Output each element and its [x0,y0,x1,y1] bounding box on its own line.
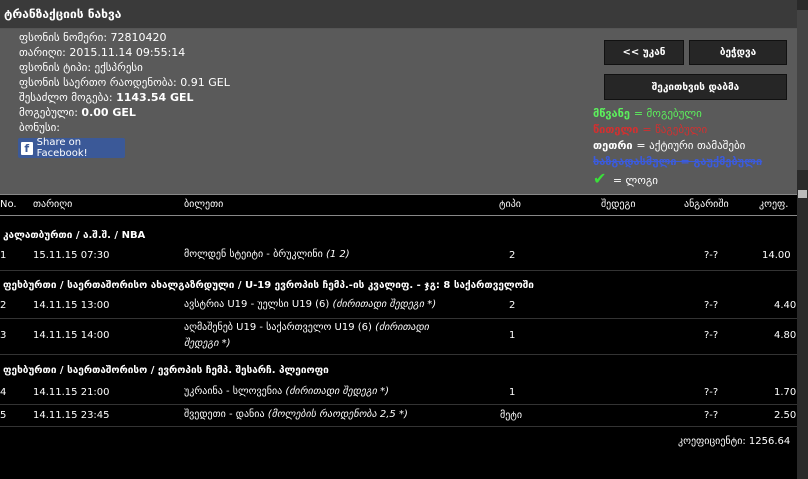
row-event-name: მოლდენ სტეიტი - ბრუკლინი [184,249,323,260]
bonus-label: ბონუსი: [19,121,60,134]
won-amount: მოგებული: 0.00 GEL [19,106,136,119]
row-score: ?-? [704,330,719,341]
row-no: 1 [0,250,7,261]
row-event: ავსტრია U19 - უელსი U19 (6) (ძირითადი შე… [184,297,436,313]
col-ticket: ბილეთი [184,199,224,210]
possible-win-label: შესაძლო მოგება: [19,91,113,104]
row-no: 3 [0,330,7,341]
legend-white-label: თეთრი [593,139,633,152]
col-no: No. [0,199,17,210]
legend-green-label: მწვანე [593,107,630,120]
legend-check-text: = ლოგი [612,174,658,187]
ticket-total-amount: ფსონის საერთო რაოდენობა: 0.91 GEL [19,76,230,89]
col-score: ანგარიში [684,199,729,210]
row-date: 15.11.15 07:30 [33,250,110,261]
table-header: No. თარიღი ბილეთი ტიპი შედეგი ანგარიში კ… [0,194,797,216]
scrollbar-thumb[interactable] [798,190,807,198]
col-result: შედეგი [601,199,636,210]
possible-win-value: 1143.54 GEL [116,91,194,104]
row-score: ?-? [704,387,719,398]
facebook-icon: f [21,141,33,155]
row-coef: 1.70 [774,387,797,398]
title-bar: ტრანზაქციის ნახვა [0,0,797,29]
row-divider [0,426,797,427]
check-icon: ✔ [593,169,607,188]
ticket-date: თარიღი: 2015.11.14 09:55:14 [19,46,186,59]
row-date: 14.11.15 14:00 [33,330,110,341]
page-title: ტრანზაქციის ნახვა [4,7,122,21]
print-button[interactable]: ბეჭდვა [689,40,787,65]
legend-red-label: წითელი [593,123,639,136]
row-no: 5 [0,410,7,421]
row-event-name: ავსტრია U19 - უელსი U19 (6) [184,299,330,310]
row-coef: 4.80 [774,330,797,341]
row-event-detail: (ძირითადი შედეგი *) [332,299,437,310]
row-date: 14.11.15 21:00 [33,387,110,398]
row-score: ?-? [704,250,719,261]
row-coef: 4.40 [774,300,797,311]
row-type: 2 [509,300,516,311]
total-coefficient: კოეფიციენტი: 1256.64 [678,436,791,447]
row-event-name: აღმაშენებ U19 - საქართველო U19 (6) [184,322,372,333]
row-no: 2 [0,300,7,311]
right-scroll-strip[interactable] [797,0,808,479]
category-heading: ფეხბურთი / საერთაშორისო ახალგაზრდული / U… [3,280,534,291]
category-heading: კალათბურთი / ა.შ.შ. / NBA [3,230,146,241]
row-event: აღმაშენებ U19 - საქართველო U19 (6) (ძირი… [184,320,454,352]
won-value: 0.00 GEL [81,106,136,119]
row-event-name: უკრაინა - სლოვენია [184,386,283,397]
row-event: შვედეთი - დანია (მოლების რაოდენობა 2,5 *… [184,407,408,423]
send-question-button[interactable]: შეკითხვის დაბმა [604,74,787,100]
side-image-panel [797,10,808,170]
row-date: 14.11.15 13:00 [33,300,110,311]
ticket-info-panel: ფსონის ნომერი: 72810420 თარიღი: 2015.11.… [0,29,797,194]
col-type: ტიპი [499,199,521,210]
possible-win: შესაძლო მოგება: 1143.54 GEL [19,91,194,104]
col-coef: კოეფ. [759,199,789,210]
row-coef: 2.50 [774,410,797,421]
row-event-detail: (მოლების რაოდენობა 2,5 *) [267,409,408,420]
legend-white-text: = აქტიური თამაშები [636,139,746,152]
row-type: 2 [509,250,516,261]
row-score: ?-? [704,410,719,421]
ticket-number: ფსონის ნომერი: 72810420 [19,31,167,44]
back-button[interactable]: << უკან [604,40,684,65]
share-facebook-label: Share on Facebook! [36,137,88,159]
row-type: მეტი [500,410,523,421]
row-date: 14.11.15 23:45 [33,410,110,421]
row-event-detail: (ძირითადი შედეგი *) [285,386,390,397]
row-type: 1 [509,387,516,398]
legend-red: წითელი = წაგებული [593,123,707,136]
legend-green-text: = მოგებული [633,107,702,120]
row-event: მოლდენ სტეიტი - ბრუკლინი (1 2) [184,247,350,263]
row-event-name: შვედეთი - დანია [184,409,265,420]
share-facebook-button[interactable]: f Share on Facebook! [18,137,125,159]
col-date: თარიღი [33,199,73,210]
row-divider [0,318,797,319]
row-type: 1 [509,330,516,341]
row-coef: 14.00 [762,250,791,261]
row-divider [0,270,797,271]
legend-strikethrough: ხაზგადასმული = გაუქმებული [593,155,763,168]
legend-check: ✔ = ლოგი [593,169,658,188]
ticket-type: ფსონის ტიპი: ექსპრესი [19,61,143,74]
row-score: ?-? [704,300,719,311]
row-no: 4 [0,387,7,398]
legend-white: თეთრი = აქტიური თამაშები [593,139,745,152]
legend-red-text: = წაგებული [642,123,708,136]
won-label: მოგებული: [19,106,78,119]
row-divider [0,354,797,355]
category-heading: ფეხბურთი / საერთაშორისო / ევროპის ჩემპ. … [3,365,329,376]
row-event-detail: (1 2) [325,249,350,260]
legend-green: მწვანე = მოგებული [593,107,702,120]
row-event: უკრაინა - სლოვენია (ძირითადი შედეგი *) [184,384,389,400]
row-divider [0,404,797,405]
